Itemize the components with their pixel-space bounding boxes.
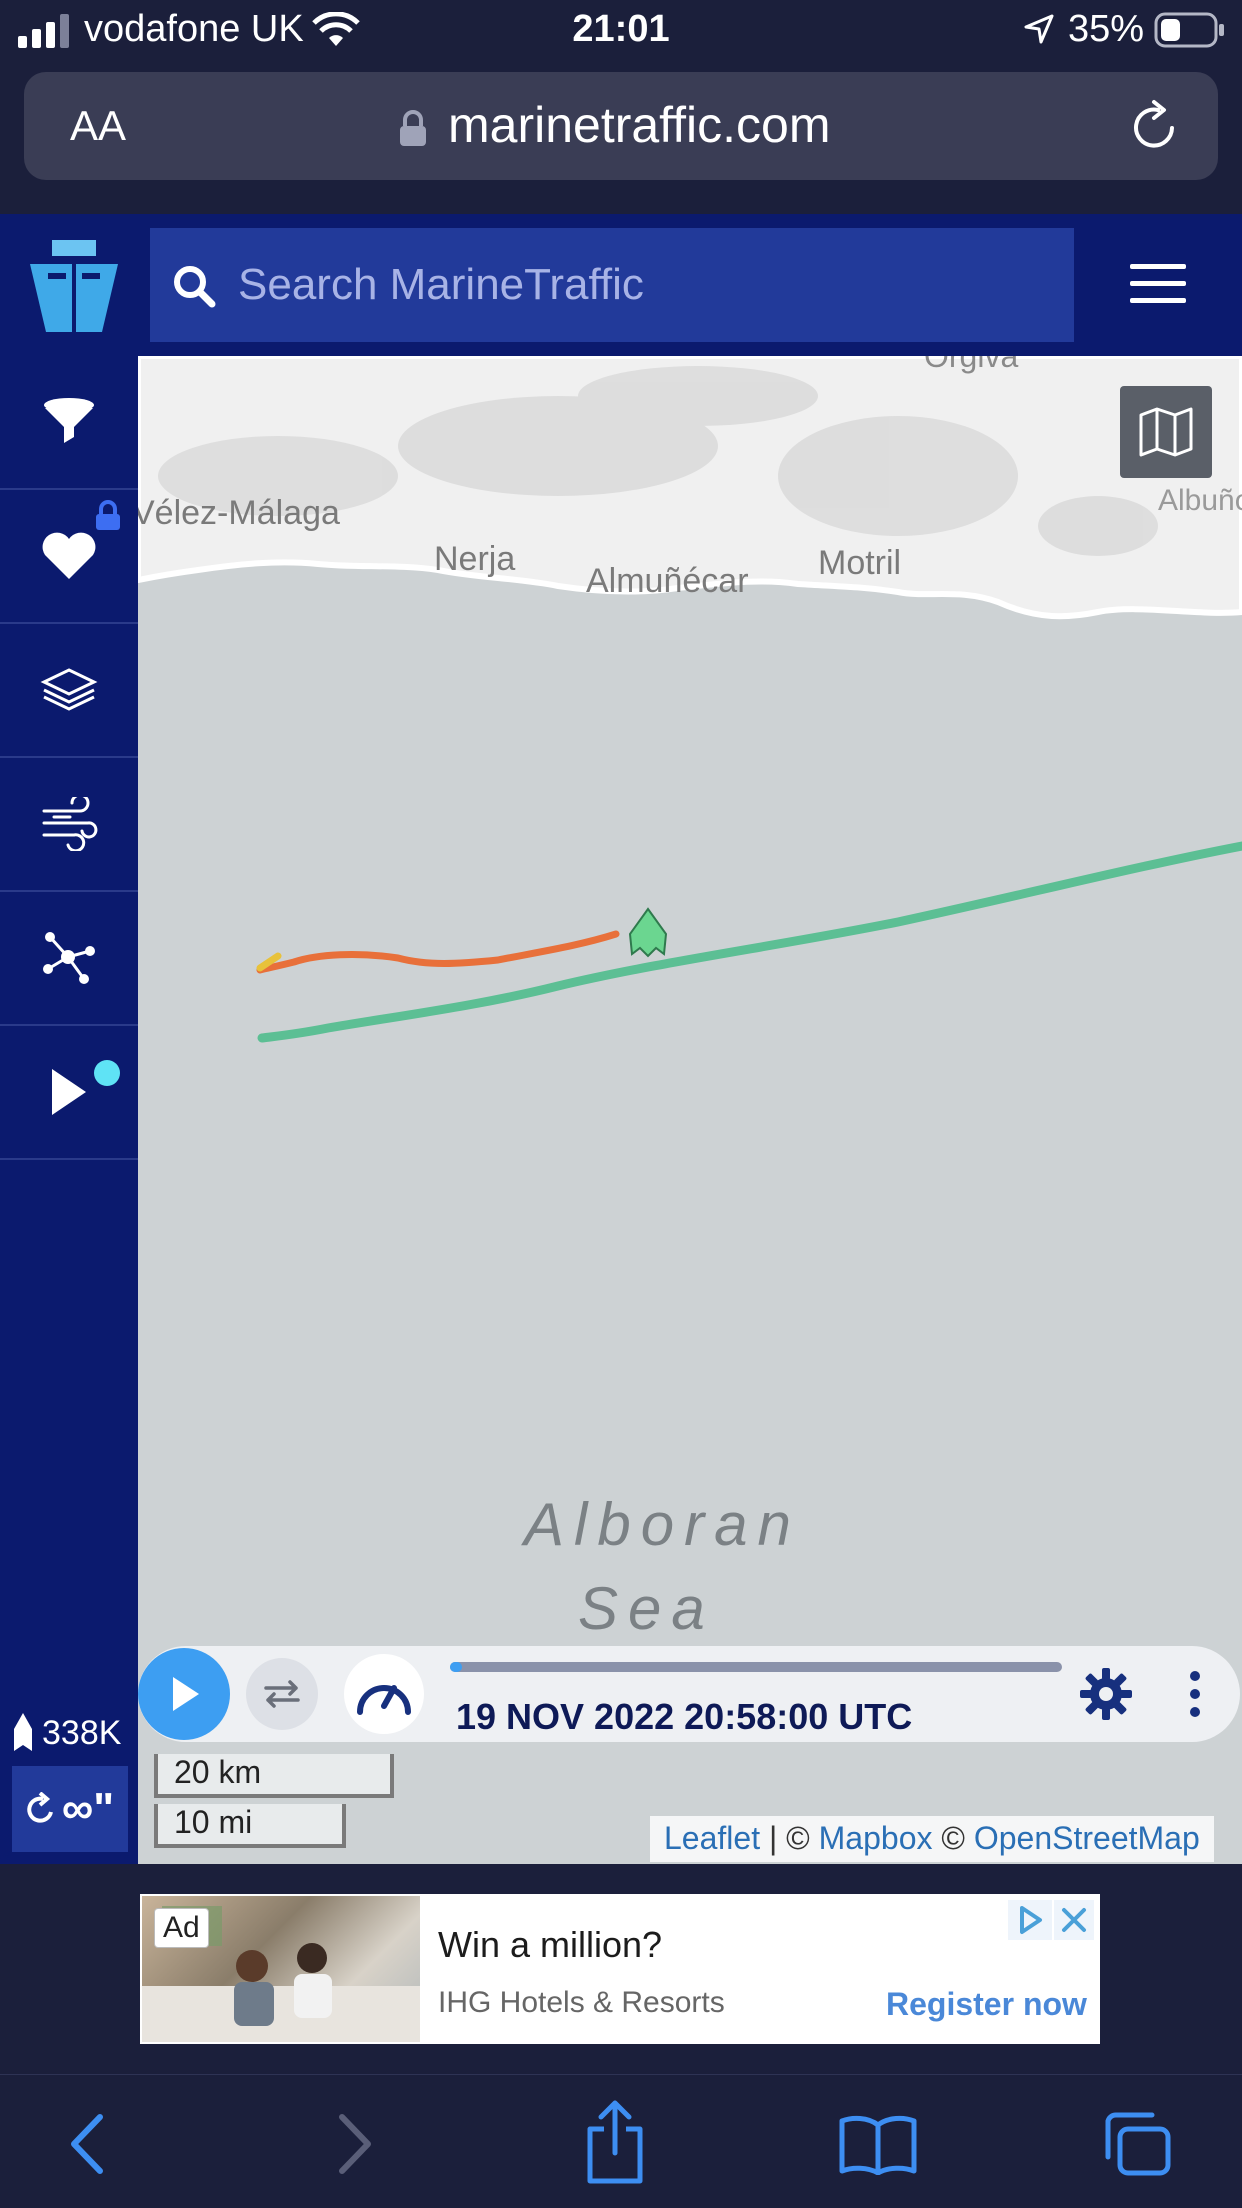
attribution-separator: | © — [760, 1820, 819, 1856]
address-bar[interactable]: AA marinetraffic.com — [24, 72, 1218, 180]
wind-icon — [42, 797, 98, 851]
heart-icon — [42, 532, 96, 579]
place-label: Motril — [818, 544, 902, 582]
play-icon — [52, 1069, 86, 1115]
map-attribution: Leaflet | © Mapbox © OpenStreetMap — [650, 1816, 1214, 1862]
reload-icon[interactable] — [1128, 98, 1182, 154]
measure-tools-button[interactable] — [0, 892, 138, 1026]
adchoices-icon[interactable] — [1008, 1900, 1052, 1940]
place-label: Nerja — [434, 540, 516, 578]
tabs-icon[interactable] — [1104, 2111, 1172, 2177]
refresh-interval: ∞" — [61, 1784, 115, 1833]
playback-button[interactable] — [0, 1026, 138, 1160]
text-size-button[interactable]: AA — [70, 102, 126, 150]
play-button[interactable] — [138, 1648, 230, 1740]
notification-dot — [94, 1060, 120, 1086]
place-label: Órgiva — [924, 356, 1019, 374]
auto-refresh-button[interactable]: ∞" — [12, 1766, 128, 1852]
close-ad-icon[interactable] — [1054, 1900, 1094, 1940]
scale-km: 20 km — [154, 1754, 394, 1798]
ad-cta-link[interactable]: Register now — [886, 1986, 1087, 2023]
loop-button[interactable] — [246, 1658, 318, 1730]
my-fleets-button[interactable] — [0, 490, 138, 624]
play-icon — [173, 1677, 199, 1711]
progress-track[interactable] — [450, 1662, 1062, 1672]
playback-timestamp: 19 NOV 2022 20:58:00 UTC — [456, 1696, 913, 1737]
url-domain[interactable]: marinetraffic.com — [448, 96, 831, 154]
ad-title: Win a million? — [438, 1924, 663, 1965]
lock-icon — [400, 110, 426, 146]
filter-icon — [44, 398, 94, 443]
ship-icon — [14, 1713, 32, 1751]
layers-button[interactable] — [0, 624, 138, 758]
ad-badge: Ad — [154, 1908, 209, 1948]
sea-label: Sea — [578, 1575, 715, 1642]
app-header — [0, 214, 1242, 356]
osm-link[interactable]: OpenStreetMap — [974, 1820, 1200, 1856]
ad-bar: Ad Win a million? IHG Hotels & Resorts R… — [0, 1864, 1242, 2074]
lock-icon — [96, 500, 120, 530]
place-label: Vélez-Málaga — [138, 494, 340, 532]
vessel-count: 338K — [42, 1713, 122, 1752]
refresh-icon — [27, 1792, 53, 1823]
forward-chevron-icon[interactable] — [336, 2113, 376, 2175]
weather-button[interactable] — [0, 758, 138, 892]
vessel-count-indicator: 338K — [12, 1708, 138, 1758]
battery-icon — [1154, 12, 1224, 48]
sea-label: Alboran — [524, 1491, 801, 1558]
leaflet-link[interactable]: Leaflet — [664, 1820, 760, 1856]
marinetraffic-logo[interactable] — [22, 236, 126, 336]
place-label: Albuñol — [1158, 484, 1242, 517]
hamburger-menu-icon[interactable] — [1130, 264, 1186, 304]
ad-advertiser: IHG Hotels & Resorts — [438, 1986, 725, 2019]
progress-fill — [450, 1662, 462, 1672]
attribution-separator: © — [932, 1820, 974, 1856]
scale-mi: 10 mi — [154, 1804, 346, 1848]
search-box[interactable] — [150, 228, 1074, 342]
left-sidebar: 338K ∞" — [0, 356, 138, 1864]
place-label: Almuñécar — [586, 562, 749, 600]
vessel-track-past — [256, 930, 620, 974]
bookmarks-icon[interactable] — [838, 2113, 918, 2175]
swap-arrows-icon — [264, 1680, 300, 1708]
layers-icon — [40, 668, 98, 711]
map-icon — [1139, 407, 1193, 457]
clock: 21:01 — [572, 8, 670, 50]
vessel-marker[interactable] — [628, 907, 668, 958]
share-icon[interactable] — [584, 2099, 646, 2185]
ad-banner[interactable]: Ad Win a million? IHG Hotels & Resorts R… — [140, 1894, 1100, 2044]
search-input[interactable] — [238, 228, 1058, 342]
playback-bar: 19 NOV 2022 20:58:00 UTC — [138, 1646, 1240, 1742]
speed-button[interactable] — [344, 1654, 424, 1734]
nodes-icon — [43, 932, 95, 984]
browser-toolbar — [0, 2074, 1242, 2208]
gear-icon[interactable] — [1080, 1668, 1132, 1720]
location-arrow-icon — [1024, 14, 1054, 44]
back-chevron-icon[interactable] — [66, 2113, 106, 2175]
filters-button[interactable] — [0, 356, 138, 490]
vessel-track — [257, 841, 1242, 1043]
speedometer-icon — [357, 1685, 411, 1715]
map-type-button[interactable] — [1120, 386, 1212, 478]
more-options-icon[interactable] — [1188, 1670, 1202, 1718]
search-icon — [174, 266, 216, 308]
map-view[interactable]: Vélez-Málaga Nerja Almuñécar Motril Órgi… — [138, 356, 1242, 1864]
mapbox-link[interactable]: Mapbox — [819, 1820, 933, 1856]
status-bar: vodafone UK 21:01 35% — [0, 0, 1242, 62]
battery-percent: 35% — [1068, 8, 1145, 50]
